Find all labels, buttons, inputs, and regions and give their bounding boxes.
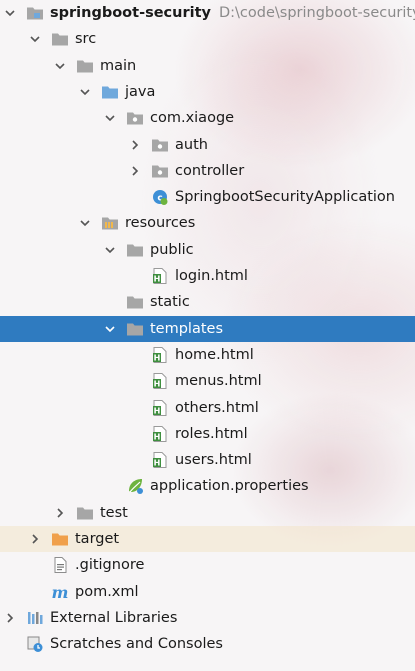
tree-node-label: java: [125, 83, 156, 100]
tree-node-label: pom.xml: [75, 583, 139, 600]
tree-node-home-html[interactable]: Hhome.html: [0, 342, 415, 368]
tree-node-templates[interactable]: templates: [0, 315, 415, 342]
svg-text:H: H: [154, 353, 161, 362]
chevron-right-icon[interactable]: [129, 165, 141, 177]
tree-node-external-libraries[interactable]: External Libraries: [0, 605, 415, 631]
tree-node-gitignore[interactable]: .gitignore: [0, 552, 415, 578]
chevron-down-icon[interactable]: [79, 217, 91, 229]
folder-icon: [76, 57, 94, 75]
chevron-down-icon[interactable]: [79, 86, 91, 98]
package-icon: [126, 109, 144, 127]
tree-node-label: public: [150, 241, 194, 258]
tree-node-label: users.html: [175, 452, 252, 469]
package-icon: [151, 162, 169, 180]
chevron-down-icon[interactable]: [54, 60, 66, 72]
tree-node-users-html[interactable]: Husers.html: [0, 447, 415, 473]
tree-node-login-html[interactable]: Hlogin.html: [0, 263, 415, 289]
tree-node-auth[interactable]: auth: [0, 132, 415, 158]
svg-text:H: H: [154, 380, 161, 389]
tree-node-label: SpringbootSecurityApplication: [175, 189, 395, 206]
text-file-icon: [51, 556, 69, 574]
tree-node-label: home.html: [175, 346, 254, 363]
tree-node-test[interactable]: test: [0, 500, 415, 526]
spring-properties-icon: [126, 477, 144, 495]
html-file-icon: H: [151, 399, 169, 417]
svg-text:m: m: [52, 583, 69, 601]
source-folder-icon: [101, 83, 119, 101]
spring-boot-class-icon: c: [151, 188, 169, 206]
tree-node-resources[interactable]: resources: [0, 210, 415, 236]
folder-gray-icon: [126, 320, 144, 338]
html-file-icon: H: [151, 267, 169, 285]
folder-gray-icon: [126, 241, 144, 259]
tree-node-springboot-security-application[interactable]: c SpringbootSecurityApplication: [0, 184, 415, 210]
chevron-down-icon[interactable]: [104, 244, 116, 256]
chevron-down-icon[interactable]: [104, 323, 116, 335]
tree-node-label: menus.html: [175, 373, 262, 390]
svg-text:H: H: [154, 406, 161, 415]
tree-node-label: test: [100, 504, 128, 521]
chevron-down-icon[interactable]: [4, 7, 16, 19]
html-file-icon: H: [151, 451, 169, 469]
chevron-right-icon[interactable]: [54, 507, 66, 519]
folder-icon: [51, 30, 69, 48]
tree-node-label: src: [75, 31, 97, 48]
tree-node-scratches-and-consoles[interactable]: Scratches and Consoles: [0, 631, 415, 657]
tree-node-others-html[interactable]: Hothers.html: [0, 395, 415, 421]
html-file-icon: H: [151, 372, 169, 390]
chevron-down-icon[interactable]: [29, 33, 41, 45]
module-folder-icon: [26, 4, 44, 22]
folder-icon: [76, 504, 94, 522]
tree-node-label: springboot-security D:\code\springboot-se…: [50, 4, 415, 22]
tree-node-springboot-security[interactable]: springboot-security D:\code\springboot-se…: [0, 0, 415, 26]
tree-node-label: login.html: [175, 268, 248, 284]
module-path: D:\code\springboot-security: [218, 5, 415, 21]
tree-node-label: Scratches and Consoles: [50, 636, 223, 653]
tree-node-label: templates: [150, 320, 224, 337]
tree-node-label: .gitignore: [75, 557, 145, 574]
svg-text:H: H: [154, 432, 161, 441]
tree-node-label: com.xiaoge: [150, 110, 235, 127]
tree-node-label: application.properties: [150, 478, 309, 495]
tree-node-label: External Libraries: [50, 609, 178, 626]
html-file-icon: H: [151, 346, 169, 364]
tree-node-com-xiaoge[interactable]: com.xiaoge: [0, 105, 415, 131]
maven-icon: m: [51, 583, 69, 601]
tree-node-menus-html[interactable]: Hmenus.html: [0, 368, 415, 394]
tree-node-application-properties[interactable]: application.properties: [0, 473, 415, 499]
tree-node-controller[interactable]: controller: [0, 158, 415, 184]
tree-node-pom-xml[interactable]: m pom.xml: [0, 579, 415, 605]
tree-node-label: target: [75, 531, 120, 547]
package-icon: [151, 136, 169, 154]
tree-node-roles-html[interactable]: Hroles.html: [0, 421, 415, 447]
tree-node-label: roles.html: [175, 425, 248, 442]
tree-node-label: auth: [175, 136, 208, 153]
tree-node-main[interactable]: main: [0, 53, 415, 79]
tree-node-java[interactable]: java: [0, 79, 415, 105]
tree-node-public[interactable]: public: [0, 237, 415, 263]
resources-folder-icon: [101, 214, 119, 232]
tree-node-src[interactable]: src: [0, 26, 415, 52]
tree-node-label: controller: [175, 162, 245, 179]
chevron-right-icon[interactable]: [29, 533, 41, 545]
html-file-icon: H: [151, 425, 169, 443]
tree-node-label: main: [100, 57, 137, 74]
chevron-down-icon[interactable]: [104, 112, 116, 124]
tree-node-label: static: [150, 294, 190, 311]
scratches-icon: [26, 635, 44, 653]
tree-node-static[interactable]: static: [0, 289, 415, 315]
svg-text:H: H: [154, 459, 161, 468]
svg-text:H: H: [154, 275, 161, 284]
chevron-right-icon[interactable]: [129, 139, 141, 151]
tree-node-label: resources: [125, 215, 196, 232]
libraries-icon: [26, 609, 44, 627]
tree-node-label: others.html: [175, 399, 259, 416]
chevron-right-icon[interactable]: [4, 612, 16, 624]
excluded-folder-icon: [51, 530, 69, 548]
tree-node-target[interactable]: target: [0, 526, 415, 552]
folder-gray-icon: [126, 293, 144, 311]
